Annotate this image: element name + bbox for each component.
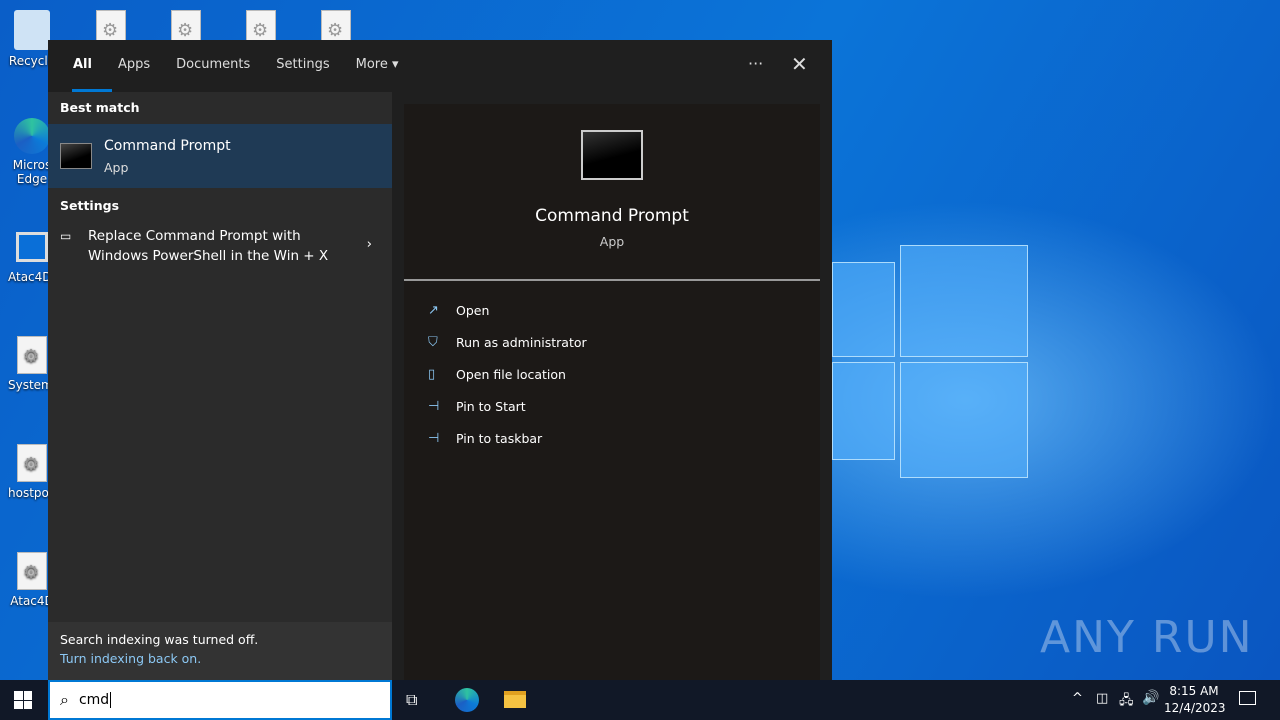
action-label: Pin to Start bbox=[456, 398, 526, 414]
chevron-down-icon: ▾ bbox=[391, 57, 399, 72]
search-tabs: All Apps Documents Settings More ▾ ··· ✕ bbox=[48, 40, 832, 92]
command-prompt-large-icon bbox=[581, 130, 643, 180]
date: 12/4/2023 bbox=[1164, 701, 1226, 715]
watermark: ANY RUN bbox=[1040, 612, 1254, 663]
file-explorer-icon[interactable] bbox=[504, 691, 526, 708]
windows-logo-pane bbox=[900, 245, 1028, 357]
preview-title: Command Prompt bbox=[535, 206, 689, 226]
wallpaper-glow bbox=[830, 200, 1280, 600]
result-command-prompt[interactable]: Command Prompt App bbox=[48, 124, 392, 188]
settings-result-label: Replace Command Prompt with Windows Powe… bbox=[88, 228, 329, 264]
notifications-icon[interactable] bbox=[1239, 691, 1256, 705]
volume-icon[interactable]: 🔊 bbox=[1142, 690, 1159, 706]
pin-icon: ⊣ bbox=[428, 430, 440, 446]
action-label: Open file location bbox=[456, 366, 566, 382]
app-icon bbox=[16, 232, 48, 262]
indexing-link[interactable]: Turn indexing back on. bbox=[60, 651, 380, 666]
preview-pane: Command Prompt App ↗ Open ⛉ Run as adminis… bbox=[404, 104, 820, 680]
file-icon bbox=[17, 336, 47, 374]
windows-logo-pane bbox=[832, 262, 895, 357]
action-run-as-admin[interactable]: ⛉ Run as administrator bbox=[404, 326, 820, 358]
action-label: Open bbox=[456, 302, 490, 318]
monitor-icon: ▭ bbox=[60, 229, 72, 243]
command-prompt-icon bbox=[60, 143, 92, 169]
action-pin-to-start[interactable]: ⊣ Pin to Start bbox=[404, 390, 820, 422]
clock[interactable]: 8:15 AM 12/4/2023 bbox=[1164, 683, 1226, 717]
file-icon bbox=[17, 444, 47, 482]
start-button[interactable] bbox=[14, 691, 32, 709]
indexing-text: Search indexing was turned off. bbox=[60, 632, 259, 647]
action-pin-to-taskbar[interactable]: ⊣ Pin to taskbar bbox=[404, 422, 820, 454]
tab-apps[interactable]: Apps bbox=[105, 40, 163, 92]
tab-all[interactable]: All bbox=[60, 40, 112, 92]
icon-label: Micros Edge bbox=[12, 158, 52, 186]
tab-more-label: More bbox=[355, 57, 388, 72]
recycle-bin-icon bbox=[14, 10, 50, 50]
edge-taskbar-icon[interactable] bbox=[455, 688, 479, 712]
task-view-icon[interactable]: ⧉ bbox=[406, 690, 417, 710]
results-list: Best match Command Prompt App Settings ▭ … bbox=[48, 92, 392, 680]
shield-icon: ⛉ bbox=[428, 334, 438, 350]
more-options-button[interactable]: ··· bbox=[748, 54, 763, 73]
settings-result[interactable]: ▭ Replace Command Prompt with Windows Po… bbox=[48, 222, 392, 270]
windows-logo-pane bbox=[832, 362, 895, 460]
close-button[interactable]: ✕ bbox=[791, 52, 808, 76]
indexing-notice: Search indexing was turned off. Turn ind… bbox=[48, 622, 392, 680]
network-icon[interactable]: 🖧 bbox=[1119, 691, 1134, 713]
best-match-header: Best match bbox=[60, 100, 140, 115]
action-open[interactable]: ↗ Open bbox=[404, 294, 820, 326]
edge-icon bbox=[14, 118, 50, 154]
chevron-right-icon: › bbox=[366, 236, 372, 252]
pin-icon: ⊣ bbox=[428, 398, 440, 414]
tab-more[interactable]: More ▾ bbox=[343, 40, 412, 92]
action-label: Pin to taskbar bbox=[456, 430, 543, 446]
tab-settings[interactable]: Settings bbox=[263, 40, 342, 92]
taskbar-search-box[interactable]: ⌕ cmd bbox=[48, 680, 392, 720]
show-hidden-icons[interactable]: ^ bbox=[1072, 691, 1083, 706]
meet-icon[interactable]: ◫ bbox=[1096, 691, 1108, 706]
windows-logo-pane bbox=[900, 362, 1028, 478]
folder-icon: ▯ bbox=[428, 366, 436, 382]
search-panel: All Apps Documents Settings More ▾ ··· ✕… bbox=[48, 40, 832, 680]
result-subtitle: App bbox=[104, 159, 129, 175]
result-title: Command Prompt bbox=[104, 137, 231, 154]
preview-subtitle: App bbox=[599, 234, 625, 249]
action-open-file-location[interactable]: ▯ Open file location bbox=[404, 358, 820, 390]
search-input[interactable]: cmd bbox=[79, 692, 112, 708]
divider bbox=[404, 279, 820, 281]
time: 8:15 AM bbox=[1169, 684, 1219, 698]
settings-header: Settings bbox=[60, 198, 120, 213]
taskbar: ⌕ cmd ⧉ ^ ◫ 🖧 🔊 8:15 AM 12/4/2023 bbox=[0, 680, 1280, 720]
search-icon: ⌕ bbox=[60, 690, 69, 709]
action-label: Run as administrator bbox=[456, 334, 587, 350]
open-icon: ↗ bbox=[428, 302, 439, 318]
file-icon bbox=[17, 552, 47, 590]
tab-documents[interactable]: Documents bbox=[163, 40, 263, 92]
